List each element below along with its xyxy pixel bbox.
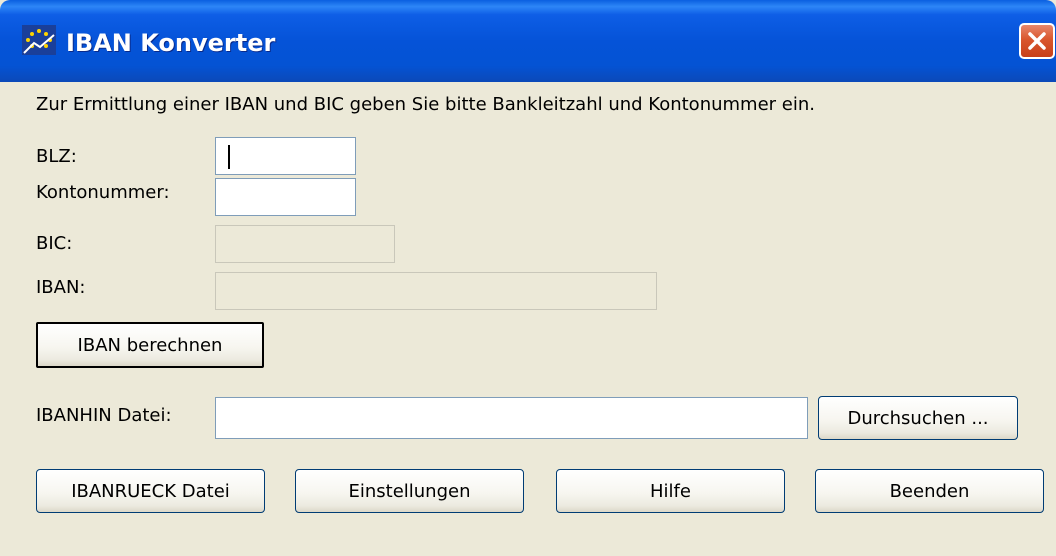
text-caret [228, 145, 230, 169]
ibanhin-file-input[interactable] [215, 397, 808, 439]
instructions-text: Zur Ermittlung einer IBAN und BIC geben … [36, 94, 815, 115]
title-bar[interactable]: IBAN Konverter [0, 0, 1056, 82]
app-icon [22, 25, 56, 55]
ibanrueck-file-button[interactable]: IBANRUECK Datei [36, 469, 265, 513]
close-button[interactable] [1019, 23, 1055, 59]
bic-output [215, 225, 395, 263]
blz-label: BLZ: [36, 146, 77, 167]
kontonummer-label: Kontonummer: [36, 182, 170, 203]
help-button[interactable]: Hilfe [556, 469, 785, 513]
browse-button[interactable]: Durchsuchen ... [818, 396, 1018, 440]
ibanhin-label: IBANHIN Datei: [36, 405, 172, 426]
iban-label: IBAN: [36, 277, 86, 298]
bic-label: BIC: [36, 233, 73, 254]
exit-button[interactable]: Beenden [815, 469, 1044, 513]
iban-output [215, 272, 657, 310]
close-icon [1028, 32, 1046, 50]
calculate-iban-button[interactable]: IBAN berechnen [36, 322, 264, 368]
settings-button[interactable]: Einstellungen [295, 469, 524, 513]
window-title: IBAN Konverter [66, 29, 276, 57]
iban-converter-window: IBAN Konverter Zur Ermittlung einer IBAN… [0, 0, 1056, 556]
blz-input[interactable] [215, 137, 356, 175]
kontonummer-input[interactable] [215, 178, 356, 216]
